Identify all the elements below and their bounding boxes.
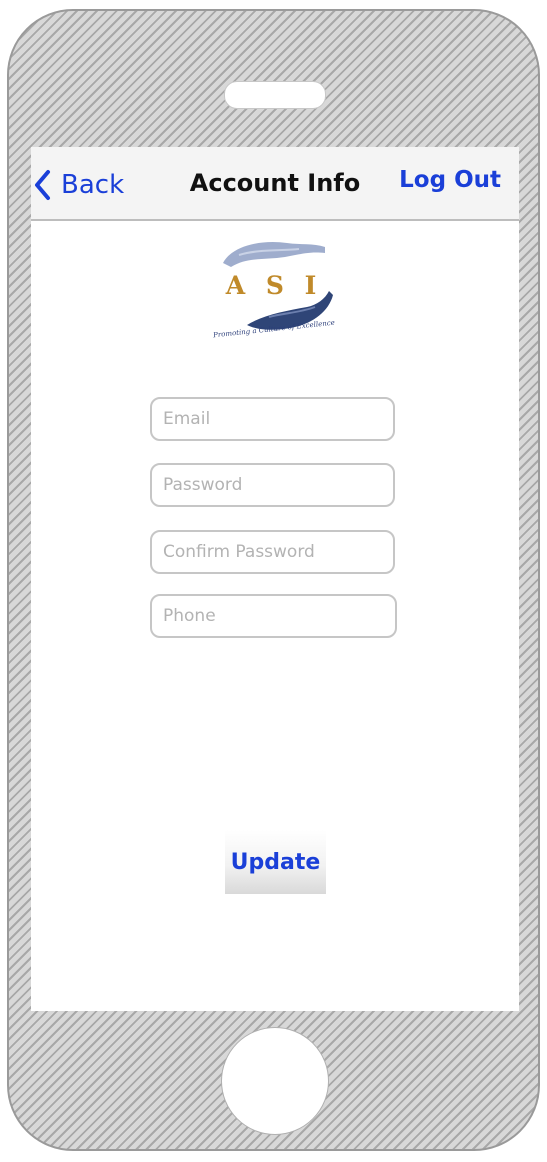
navigation-bar: Back Account Info Log Out (31, 147, 519, 221)
back-label: Back (61, 170, 125, 200)
phone-frame: Back Account Info Log Out A S I Promotin… (7, 9, 540, 1151)
page-title: Account Info (189, 169, 361, 197)
speaker-slot (224, 81, 326, 109)
asi-logo: A S I Promoting a Culture of Excellence (209, 233, 339, 349)
email-field[interactable] (150, 397, 395, 441)
phone-field[interactable] (150, 594, 397, 638)
home-button[interactable] (221, 1027, 329, 1135)
confirm-password-field[interactable] (150, 530, 395, 574)
update-button[interactable]: Update (225, 830, 326, 894)
app-screen: Back Account Info Log Out A S I Promotin… (31, 147, 519, 1011)
logout-button[interactable]: Log Out (399, 167, 501, 193)
password-field[interactable] (150, 463, 395, 507)
back-button[interactable]: Back (33, 165, 124, 205)
logo-letters: A S I (225, 271, 323, 300)
chevron-left-icon (35, 170, 50, 200)
